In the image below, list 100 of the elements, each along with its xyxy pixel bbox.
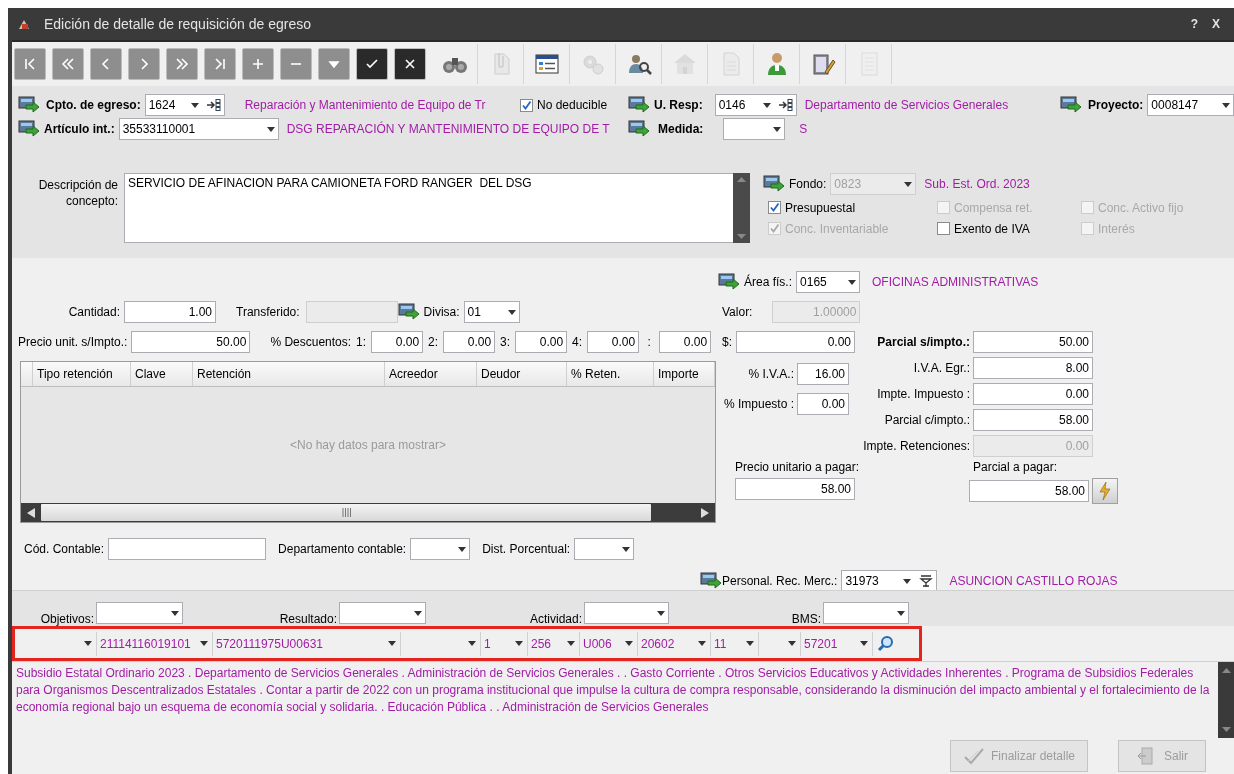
field-label: Impte. Impuesto : bbox=[876, 386, 970, 401]
input-field[interactable]: 1.00 bbox=[124, 301, 216, 323]
window-arrow-icon[interactable] bbox=[718, 273, 740, 291]
caret-icon bbox=[903, 578, 912, 584]
input-field[interactable]: 0.00 bbox=[797, 393, 849, 415]
input-field[interactable]: 58.00 bbox=[735, 478, 855, 500]
column-header[interactable]: Acreedor bbox=[385, 362, 477, 386]
dropdown-field[interactable] bbox=[410, 538, 471, 560]
input-field[interactable]: 50.00 bbox=[973, 330, 1093, 353]
field-label: U. Resp: bbox=[654, 98, 703, 112]
field-label: % Descuentos: bbox=[270, 335, 352, 349]
arrow-down-icon[interactable] bbox=[737, 234, 746, 239]
window-arrow-icon[interactable] bbox=[1060, 96, 1082, 114]
input-field[interactable]: 0.00 bbox=[371, 331, 424, 353]
double-chevron-left-icon bbox=[60, 56, 76, 72]
field-label: % Impuesto : bbox=[722, 397, 794, 411]
field-label: 4: bbox=[572, 335, 583, 349]
dropdown-field[interactable]: 11 bbox=[711, 631, 759, 656]
dropdown-field[interactable] bbox=[339, 602, 426, 624]
dropdown-field[interactable]: U006 bbox=[580, 631, 638, 656]
hierarchy-icon[interactable] bbox=[206, 99, 221, 111]
field-label: Resultado: bbox=[278, 612, 337, 626]
dropdown-field[interactable] bbox=[96, 602, 183, 624]
input-field[interactable]: 58.00 bbox=[973, 408, 1093, 431]
dropdown-field[interactable]: 0165 bbox=[796, 271, 861, 293]
field-label: Cpto. de egreso: bbox=[46, 98, 141, 112]
input-field[interactable]: 58.00 bbox=[969, 480, 1089, 502]
column-header[interactable]: Importe bbox=[654, 362, 715, 386]
window-arrow-icon[interactable] bbox=[700, 572, 722, 590]
field-label: 1: bbox=[356, 335, 367, 349]
plus-icon bbox=[250, 56, 266, 72]
dropdown-field[interactable]: 1624 bbox=[144, 94, 225, 116]
dropdown-field[interactable] bbox=[574, 538, 635, 560]
close-button[interactable]: X bbox=[1212, 17, 1220, 31]
dropdown-field[interactable]: 0146 bbox=[714, 94, 797, 116]
dropdown-field[interactable]: 256 bbox=[528, 631, 580, 656]
arrow-left-icon[interactable] bbox=[27, 507, 35, 518]
accept-button[interactable] bbox=[356, 48, 388, 80]
dropdown-field[interactable] bbox=[723, 118, 786, 140]
input-field[interactable]: 50.00 bbox=[131, 331, 251, 353]
dropdown-field[interactable]: 57201 bbox=[801, 631, 873, 656]
input-field[interactable]: 0.00 bbox=[736, 331, 855, 353]
lightning-button[interactable] bbox=[1092, 478, 1118, 504]
column-header[interactable]: Clave bbox=[131, 362, 193, 386]
dropdown-field[interactable]: 5720111975U00631 bbox=[213, 631, 401, 656]
input-field[interactable]: 0.00 bbox=[587, 331, 640, 353]
dropdown-field[interactable]: 31973 bbox=[841, 570, 938, 592]
dropdown-field[interactable]: 1 bbox=[481, 631, 528, 656]
field-label: Transferido: bbox=[236, 305, 300, 319]
arrow-right-icon[interactable] bbox=[701, 507, 709, 518]
input-field[interactable] bbox=[108, 538, 267, 560]
caret-icon bbox=[657, 610, 665, 616]
hierarchy-icon[interactable] bbox=[778, 99, 793, 111]
field-label: Departamento contable: bbox=[278, 542, 407, 556]
search-icon[interactable] bbox=[877, 634, 895, 653]
column-header[interactable]: % Reten. bbox=[567, 362, 654, 386]
description-text: ASUNCION CASTILLO ROJAS bbox=[949, 574, 1118, 588]
dropdown-field[interactable] bbox=[584, 602, 669, 624]
checkbox[interactable] bbox=[768, 201, 781, 214]
dropdown-field[interactable]: 0008147 bbox=[1147, 94, 1234, 116]
field-label: Proyecto: bbox=[1088, 98, 1144, 112]
dropdown-field[interactable] bbox=[823, 602, 909, 624]
cancel-button[interactable] bbox=[394, 48, 426, 80]
input-field[interactable]: 8.00 bbox=[973, 356, 1093, 379]
window-arrow-icon[interactable] bbox=[628, 120, 650, 138]
input-field[interactable]: 0.00 bbox=[515, 331, 568, 353]
skip-back-icon bbox=[22, 56, 38, 72]
caret-icon bbox=[625, 641, 633, 646]
filter-icon[interactable] bbox=[919, 575, 934, 587]
dropdown-field[interactable]: 01 bbox=[463, 301, 520, 323]
caret-icon bbox=[414, 610, 422, 616]
help-button[interactable]: ? bbox=[1190, 17, 1198, 31]
input-field[interactable]: 0.00 bbox=[973, 382, 1093, 405]
window-arrow-icon[interactable] bbox=[18, 96, 40, 114]
window-arrow-icon[interactable] bbox=[18, 120, 40, 138]
scrollbar[interactable] bbox=[733, 173, 750, 243]
dropdown-field[interactable]: 20602 bbox=[638, 631, 711, 656]
input-field[interactable]: 16.00 bbox=[797, 363, 849, 385]
column-header[interactable]: Retención bbox=[193, 362, 385, 386]
dropdown-field[interactable]: 21114116019101 bbox=[97, 631, 213, 656]
column-header[interactable]: Deudor bbox=[477, 362, 567, 386]
field-label: Impte. Retenciones: bbox=[862, 438, 970, 453]
field-label: Parcial c/impto.: bbox=[883, 412, 970, 427]
checkbox[interactable] bbox=[937, 222, 950, 235]
window-arrow-icon[interactable] bbox=[628, 96, 650, 114]
arrow-down-icon[interactable] bbox=[1221, 727, 1231, 732]
window-arrow-icon[interactable] bbox=[397, 303, 420, 321]
arrow-up-icon[interactable] bbox=[737, 177, 746, 182]
check-icon bbox=[962, 746, 985, 766]
caret-icon bbox=[698, 641, 706, 646]
column-header[interactable]: Tipo retención bbox=[33, 362, 131, 386]
text-area[interactable]: SERVICIO DE AFINACION PARA CAMIONETA FORD RANGER DEL DSG bbox=[124, 173, 733, 243]
scrollbar[interactable] bbox=[1218, 662, 1234, 738]
scrollbar[interactable] bbox=[21, 503, 715, 522]
window-arrow-icon[interactable] bbox=[763, 175, 785, 193]
arrow-up-icon[interactable] bbox=[1221, 668, 1231, 673]
dropdown-field[interactable]: 35533110001 bbox=[118, 118, 279, 140]
input-field[interactable]: 0.00 bbox=[443, 331, 496, 353]
input-field[interactable]: 0.00 bbox=[659, 331, 712, 353]
checkbox[interactable] bbox=[520, 98, 533, 112]
